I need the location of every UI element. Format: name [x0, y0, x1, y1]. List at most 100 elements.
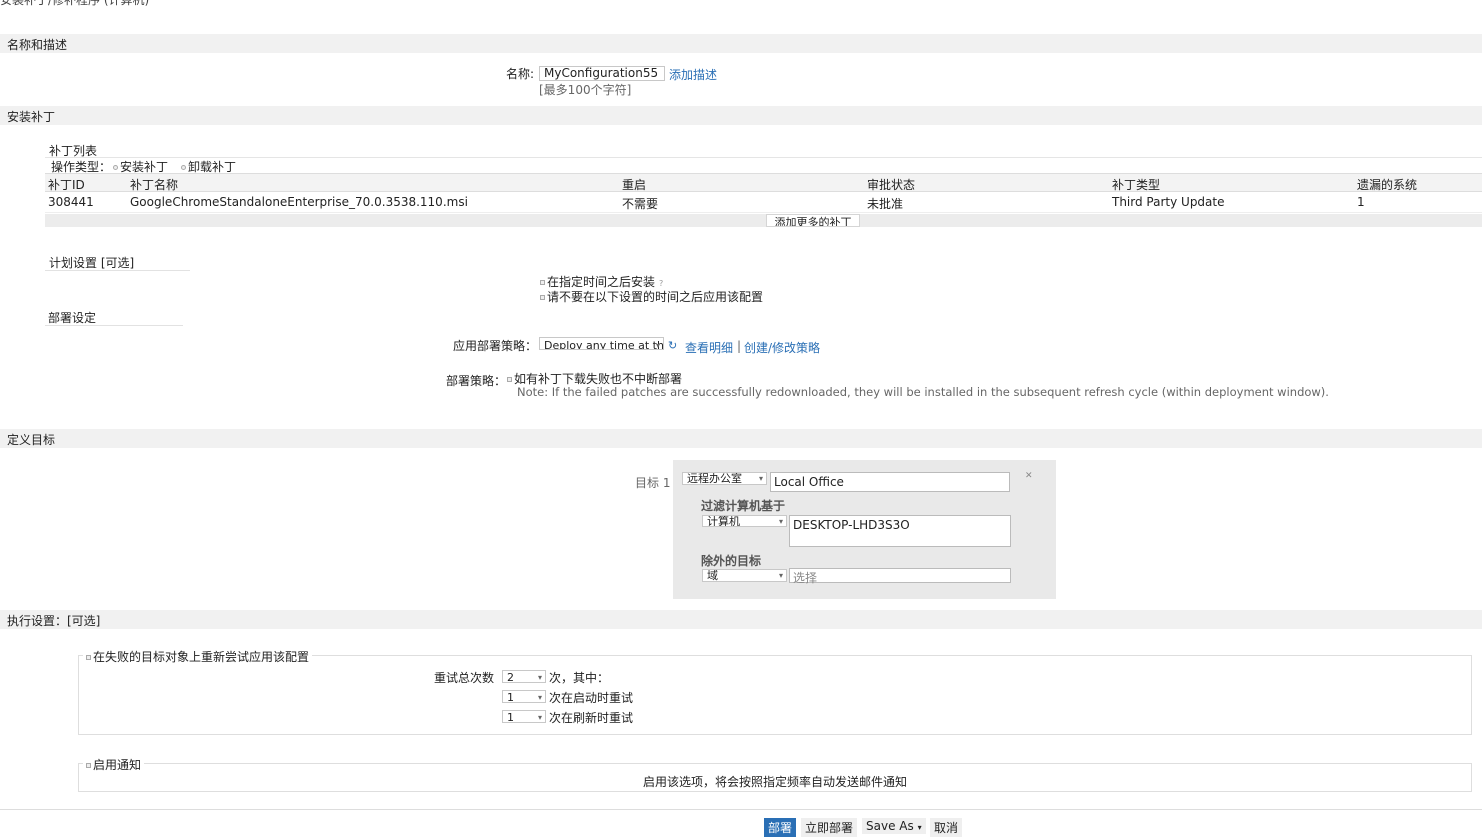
op-install-label: 安装补丁	[120, 160, 169, 174]
section-define-target: 定义目标	[0, 429, 1482, 448]
add-more-patches-button[interactable]: 添加更多的补丁	[766, 214, 860, 227]
checkbox-icon	[86, 655, 91, 660]
name-label: 名称:	[506, 67, 535, 81]
col-missing-systems: 遗漏的系统	[1357, 178, 1418, 192]
exclude-value-field[interactable]: 选择	[789, 568, 1011, 585]
notify-legend: 启用通知	[93, 758, 142, 772]
chevron-down-icon: ▾	[917, 823, 922, 832]
cancel-button[interactable]: 取消	[930, 818, 963, 837]
footer-divider	[0, 809, 1482, 810]
cell-reboot: 不需要	[622, 197, 659, 211]
col-patch-name: 补丁名称	[130, 178, 179, 192]
notify-description: 启用该选项，将会按照指定频率自动发送邮件通知	[643, 775, 908, 789]
view-detail-link[interactable]: 查看明细	[685, 339, 733, 356]
radio-icon	[113, 165, 118, 170]
link-separator: |	[737, 339, 742, 353]
chevron-down-icon: ▾	[537, 713, 542, 722]
name-hint: [最多100个字符]	[539, 83, 632, 97]
page-title: 安装补丁/修补程序 (计算机)	[0, 0, 150, 7]
not-after-option[interactable]: 请不要在以下设置的时间之后应用该配置	[540, 288, 763, 305]
retry-startup-suffix: 次在启动时重试	[549, 691, 634, 705]
exclude-title: 除外的目标	[701, 554, 762, 568]
op-uninstall-label: 卸载补丁	[188, 160, 237, 174]
retry-total-label: 重试总次数	[434, 671, 495, 685]
target-label: 目标 1	[635, 476, 671, 490]
help-icon: ?	[659, 279, 664, 288]
retry-total-select[interactable]: 2 ▾	[502, 670, 546, 683]
chevron-down-icon: ▾	[758, 474, 763, 483]
strategy-label: 部署策略：	[446, 374, 507, 388]
cell-patch-id: 308441	[48, 195, 94, 209]
chevron-down-icon: ▾	[655, 341, 660, 350]
col-patch-id: 补丁ID	[48, 178, 85, 192]
notify-option[interactable]: 启用通知	[83, 756, 145, 773]
retry-refresh-suffix: 次在刷新时重试	[549, 711, 634, 725]
section-name-desc: 名称和描述	[0, 34, 1482, 53]
policy-value: Deploy any time at th	[544, 339, 664, 350]
retry-option[interactable]: 在失败的目标对象上重新尝试应用该配置	[83, 648, 313, 665]
deploy-note: Note: If the failed patches are successf…	[517, 385, 1329, 399]
exclude-type-value: 域	[707, 569, 718, 582]
col-patch-type: 补丁类型	[1112, 178, 1161, 192]
checkbox-icon	[540, 280, 545, 285]
filter-value-field[interactable]: DESKTOP-LHD3S3O	[789, 515, 1011, 547]
chevron-down-icon: ▾	[778, 517, 783, 526]
retry-refresh-value: 1	[507, 711, 514, 723]
retry-refresh-select[interactable]: 1 ▾	[502, 710, 546, 723]
retry-startup-value: 1	[507, 691, 514, 703]
checkbox-icon	[507, 377, 512, 382]
checkbox-icon	[86, 763, 91, 768]
policy-select[interactable]: Deploy any time at th ▾	[539, 337, 664, 350]
retry-total-suffix: 次，其中：	[549, 671, 610, 685]
deploy-now-button[interactable]: 立即部署	[801, 818, 858, 837]
chevron-down-icon: ▾	[537, 673, 542, 682]
name-input[interactable]: MyConfiguration55	[539, 66, 665, 81]
retry-startup-select[interactable]: 1 ▾	[502, 690, 546, 703]
op-type-row: 操作类型： 安装补丁 卸载补丁	[45, 157, 1482, 174]
filter-type-select[interactable]: 计算机 ▾	[702, 515, 787, 527]
add-description-link[interactable]: 添加描述	[669, 66, 717, 83]
deploy-settings-title: 部署设定	[48, 311, 97, 325]
chevron-down-icon: ▾	[778, 571, 783, 580]
cell-patch-name: GoogleChromeStandaloneEnterprise_70.0.35…	[130, 195, 468, 209]
after-time-label: 在指定时间之后安装	[547, 275, 656, 289]
save-as-label: Save As	[866, 819, 914, 833]
add-more-bar	[45, 214, 1482, 227]
target-panel: 远程办公室 ▾ Local Office ✕ 过滤计算机基于 计算机 ▾ DESKT…	[673, 460, 1056, 599]
no-interrupt-label: 如有补丁下载失败也不中断部署	[514, 372, 683, 386]
remove-target-icon[interactable]: ✕	[1025, 471, 1033, 481]
exclude-placeholder: 选择	[793, 571, 818, 585]
retry-fieldset	[78, 655, 1472, 735]
section-title: 安装补丁	[7, 110, 56, 124]
table-row[interactable]: 308441 GoogleChromeStandaloneEnterprise_…	[45, 193, 1482, 213]
save-as-button[interactable]: Save As ▾	[862, 818, 926, 834]
col-approval: 审批状态	[867, 178, 916, 192]
filter-type-value: 计算机	[707, 515, 740, 527]
target-type-select[interactable]: 远程办公室 ▾	[682, 472, 767, 485]
section-exec-settings: 执行设置：[可选]	[0, 610, 1482, 629]
col-reboot: 重启	[622, 178, 647, 192]
cell-patch-type: Third Party Update	[1112, 195, 1225, 209]
create-edit-policy-link[interactable]: 创建/修改策略	[744, 339, 820, 356]
checkbox-icon	[540, 295, 545, 300]
section-title: 名称和描述	[7, 38, 68, 52]
retry-total-value: 2	[507, 671, 514, 683]
target-type-value: 远程办公室	[687, 472, 742, 485]
radio-icon	[181, 165, 186, 170]
filter-title: 过滤计算机基于	[701, 499, 786, 513]
refresh-icon[interactable]: ↻	[668, 339, 677, 352]
cell-missing-systems: 1	[1357, 195, 1365, 209]
deploy-button[interactable]: 部署	[764, 818, 797, 837]
policy-label: 应用部署策略：	[453, 339, 538, 353]
schedule-title: 计划设置 [可选]	[49, 256, 135, 270]
section-title: 定义目标	[7, 433, 56, 447]
filter-value-text: DESKTOP-LHD3S3O	[793, 518, 910, 532]
not-after-label: 请不要在以下设置的时间之后应用该配置	[547, 290, 764, 304]
target-value-text: Local Office	[774, 475, 844, 489]
section-title: 执行设置：[可选]	[7, 614, 101, 628]
section-install-patch: 安装补丁	[0, 106, 1482, 125]
deploy-underline	[45, 325, 183, 326]
chevron-down-icon: ▾	[537, 693, 542, 702]
exclude-type-select[interactable]: 域 ▾	[702, 569, 787, 582]
target-value-field[interactable]: Local Office	[770, 472, 1010, 492]
